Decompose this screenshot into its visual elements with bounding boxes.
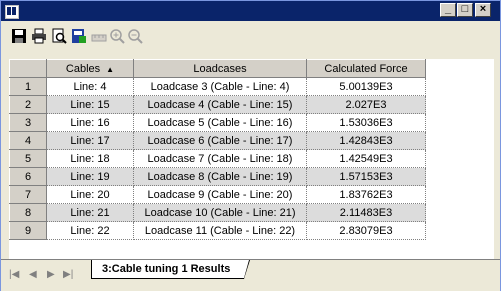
table-row[interactable]: 9 Line: 22 Loadcase 11 (Cable - Line: 22) 2… bbox=[9, 221, 426, 240]
save-icon[interactable] bbox=[11, 28, 27, 44]
cable-cell[interactable]: Line: 16 bbox=[46, 113, 134, 132]
close-icon[interactable]: × bbox=[475, 3, 491, 17]
cable-cell[interactable]: Line: 19 bbox=[46, 167, 134, 186]
force-cell[interactable]: 2.027E3 bbox=[306, 95, 426, 114]
toolbar bbox=[1, 22, 500, 48]
loadcase-cell[interactable]: Loadcase 8 (Cable - Line: 19) bbox=[133, 167, 307, 186]
loadcase-cell[interactable]: Loadcase 3 (Cable - Line: 4) bbox=[133, 77, 307, 96]
table-row[interactable]: 7 Line: 20 Loadcase 9 (Cable - Line: 20) 1.… bbox=[9, 185, 426, 204]
table-row[interactable]: 6 Line: 19 Loadcase 8 (Cable - Line: 19) 1.… bbox=[9, 167, 426, 186]
table-row[interactable]: 4 Line: 17 Loadcase 6 (Cable - Line: 17) 1.… bbox=[9, 131, 426, 150]
row-number[interactable]: 7 bbox=[9, 185, 47, 204]
cable-cell[interactable]: Line: 4 bbox=[46, 77, 134, 96]
loadcase-cell[interactable]: Loadcase 7 (Cable - Line: 18) bbox=[133, 149, 307, 168]
table-row[interactable]: 2 Line: 15 Loadcase 4 (Cable - Line: 15) 2.… bbox=[9, 95, 426, 114]
cable-cell[interactable]: Line: 21 bbox=[46, 203, 134, 222]
force-cell[interactable]: 5.00139E3 bbox=[306, 77, 426, 96]
column-header-label: Cables bbox=[65, 62, 101, 75]
table-row[interactable]: 5 Line: 18 Loadcase 7 (Cable - Line: 18) 1.… bbox=[9, 149, 426, 168]
results-window: _ □ × Cables ▲ Loadcases Calculated Forc… bbox=[0, 0, 501, 291]
force-cell[interactable]: 2.11483E3 bbox=[306, 203, 426, 222]
corner-header[interactable] bbox=[9, 59, 47, 78]
row-number[interactable]: 1 bbox=[9, 77, 47, 96]
force-cell[interactable]: 1.42843E3 bbox=[306, 131, 426, 150]
zoom-in-icon bbox=[110, 29, 125, 44]
maximize-icon[interactable]: □ bbox=[457, 3, 473, 17]
print-preview-icon[interactable] bbox=[51, 28, 67, 44]
row-number[interactable]: 5 bbox=[9, 149, 47, 168]
cable-cell[interactable]: Line: 22 bbox=[46, 221, 134, 240]
first-sheet-icon[interactable]: |◀ bbox=[9, 269, 19, 280]
loadcase-cell[interactable]: Loadcase 4 (Cable - Line: 15) bbox=[133, 95, 307, 114]
force-cell[interactable]: 1.53036E3 bbox=[306, 113, 426, 132]
row-number[interactable]: 3 bbox=[9, 113, 47, 132]
cable-cell[interactable]: Line: 17 bbox=[46, 131, 134, 150]
title-bar[interactable]: _ □ × bbox=[1, 1, 500, 21]
loadcase-cell[interactable]: Loadcase 10 (Cable - Line: 21) bbox=[133, 203, 307, 222]
column-header-cables[interactable]: Cables ▲ bbox=[46, 59, 134, 78]
row-number[interactable]: 8 bbox=[9, 203, 47, 222]
loadcase-cell[interactable]: Loadcase 9 (Cable - Line: 20) bbox=[133, 185, 307, 204]
results-grid: Cables ▲ Loadcases Calculated Force 1 Line… bbox=[9, 59, 494, 259]
row-number[interactable]: 9 bbox=[9, 221, 47, 240]
force-cell[interactable]: 1.42549E3 bbox=[306, 149, 426, 168]
tab-cable-tuning-results[interactable]: 3:Cable tuning 1 Results bbox=[91, 260, 251, 279]
zoom-out-icon bbox=[128, 29, 143, 44]
force-cell[interactable]: 1.57153E3 bbox=[306, 167, 426, 186]
table-row[interactable]: 1 Line: 4 Loadcase 3 (Cable - Line: 4) 5.00… bbox=[9, 77, 426, 96]
sort-ascending-icon: ▲ bbox=[106, 64, 115, 74]
table-row[interactable]: 8 Line: 21 Loadcase 10 (Cable - Line: 21) 2… bbox=[9, 203, 426, 222]
last-sheet-icon[interactable]: ▶| bbox=[63, 269, 73, 280]
prev-sheet-icon[interactable]: ◀ bbox=[29, 269, 37, 280]
column-header-calculated-force[interactable]: Calculated Force bbox=[306, 59, 426, 78]
row-number[interactable]: 4 bbox=[9, 131, 47, 150]
cable-cell[interactable]: Line: 18 bbox=[46, 149, 134, 168]
cable-cell[interactable]: Line: 15 bbox=[46, 95, 134, 114]
column-header-loadcases[interactable]: Loadcases bbox=[133, 59, 307, 78]
next-sheet-icon[interactable]: ▶ bbox=[47, 269, 55, 280]
cable-cell[interactable]: Line: 20 bbox=[46, 185, 134, 204]
loadcase-cell[interactable]: Loadcase 5 (Cable - Line: 16) bbox=[133, 113, 307, 132]
minimize-icon[interactable]: _ bbox=[440, 3, 456, 17]
print-icon[interactable] bbox=[31, 28, 47, 44]
table-row[interactable]: 3 Line: 16 Loadcase 5 (Cable - Line: 16) 1.… bbox=[9, 113, 426, 132]
force-cell[interactable]: 2.83079E3 bbox=[306, 221, 426, 240]
row-number[interactable]: 6 bbox=[9, 167, 47, 186]
app-icon bbox=[5, 5, 19, 19]
loadcase-cell[interactable]: Loadcase 11 (Cable - Line: 22) bbox=[133, 221, 307, 240]
force-cell[interactable]: 1.83762E3 bbox=[306, 185, 426, 204]
export-icon[interactable] bbox=[71, 28, 87, 44]
tab-label: 3:Cable tuning 1 Results bbox=[102, 263, 231, 275]
ruler-icon bbox=[91, 34, 107, 42]
sheet-tab-bar: |◀ ◀ ▶ ▶| 3:Cable tuning 1 Results bbox=[1, 259, 500, 291]
loadcase-cell[interactable]: Loadcase 6 (Cable - Line: 17) bbox=[133, 131, 307, 150]
row-number[interactable]: 2 bbox=[9, 95, 47, 114]
